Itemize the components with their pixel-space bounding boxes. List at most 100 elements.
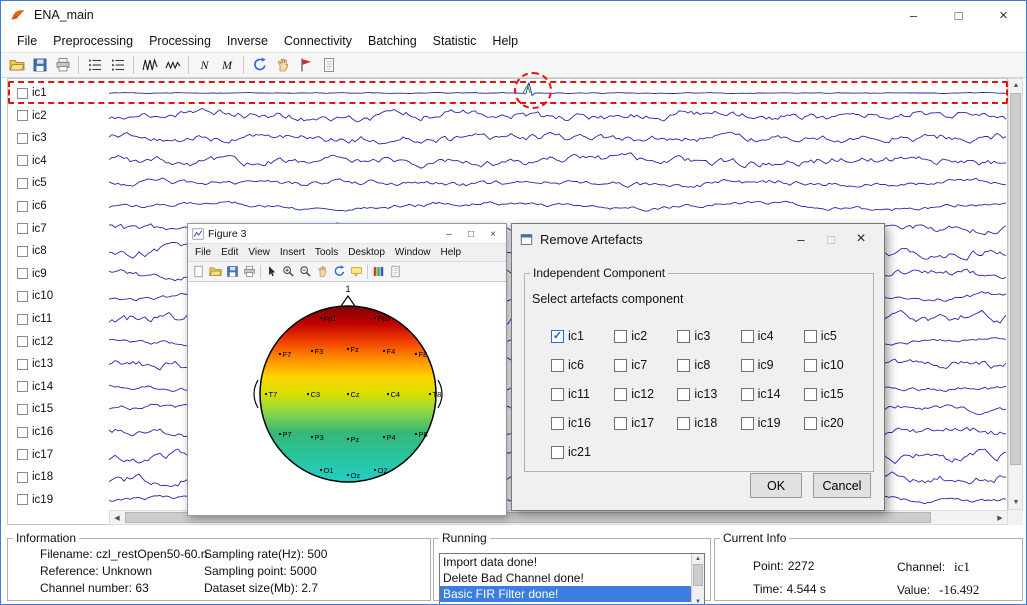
component-option-ic8[interactable]: ic8	[677, 357, 740, 373]
list-view-icon[interactable]	[106, 54, 129, 76]
menu-item-connectivity[interactable]: Connectivity	[276, 31, 360, 51]
menu-item-window[interactable]: Window	[390, 247, 436, 258]
maximize-button[interactable]: □	[936, 1, 981, 29]
open-folder-icon[interactable]	[207, 263, 224, 280]
component-option-ic12[interactable]: ic12	[614, 386, 677, 402]
running-scrollbar-thumb[interactable]	[693, 564, 703, 586]
component-option-ic19[interactable]: ic19	[741, 415, 804, 431]
component-checkbox-ic6[interactable]	[551, 359, 564, 372]
channel-checkbox-ic7[interactable]	[17, 223, 28, 234]
component-checkbox-ic3[interactable]	[677, 330, 690, 343]
scroll-right-icon[interactable]: ▶	[993, 511, 1007, 524]
channel-checkbox-ic18[interactable]	[17, 472, 28, 483]
component-option-ic13[interactable]: ic13	[677, 386, 740, 402]
channel-checkbox-ic16[interactable]	[17, 427, 28, 438]
component-checkbox-ic17[interactable]	[614, 417, 627, 430]
component-option-ic5[interactable]: ic5	[804, 328, 867, 344]
component-checkbox-ic4[interactable]	[741, 330, 754, 343]
cursor-icon[interactable]	[263, 263, 280, 280]
component-option-ic2[interactable]: ic2	[614, 328, 677, 344]
menu-item-statistic[interactable]: Statistic	[425, 31, 485, 51]
component-option-ic4[interactable]: ic4	[741, 328, 804, 344]
menu-item-view[interactable]: View	[243, 247, 275, 258]
menu-item-file[interactable]: File	[9, 31, 45, 51]
channel-checkbox-ic3[interactable]	[17, 133, 28, 144]
component-option-ic18[interactable]: ic18	[677, 415, 740, 431]
component-option-ic1[interactable]: ✓ic1	[551, 328, 614, 344]
component-checkbox-ic21[interactable]	[551, 446, 564, 459]
component-checkbox-ic5[interactable]	[804, 330, 817, 343]
component-option-ic3[interactable]: ic3	[677, 328, 740, 344]
maximize-button[interactable]: □	[460, 224, 482, 244]
channel-checkbox-ic12[interactable]	[17, 336, 28, 347]
component-option-ic6[interactable]: ic6	[551, 357, 614, 373]
channel-checkbox-ic13[interactable]	[17, 359, 28, 370]
datatip-icon[interactable]	[348, 263, 365, 280]
minimize-button[interactable]: –	[891, 1, 936, 29]
menu-item-help[interactable]: Help	[484, 31, 526, 51]
pan-hand-icon[interactable]	[314, 263, 331, 280]
letter-n-icon[interactable]: N	[193, 54, 216, 76]
component-option-ic20[interactable]: ic20	[804, 415, 867, 431]
component-option-ic11[interactable]: ic11	[551, 386, 614, 402]
component-checkbox-ic15[interactable]	[804, 388, 817, 401]
component-checkbox-ic7[interactable]	[614, 359, 627, 372]
channel-checkbox-ic8[interactable]	[17, 246, 28, 257]
pan-hand-icon[interactable]	[271, 54, 294, 76]
close-button[interactable]: ×	[482, 224, 504, 244]
menu-item-desktop[interactable]: Desktop	[343, 247, 390, 258]
running-listbox-scrollbar[interactable]: ▲ ▼	[691, 554, 704, 605]
channel-checkbox-ic9[interactable]	[17, 268, 28, 279]
menu-item-help[interactable]: Help	[436, 247, 467, 258]
list-view-icon[interactable]	[83, 54, 106, 76]
component-option-ic9[interactable]: ic9	[741, 357, 804, 373]
menu-item-tools[interactable]: Tools	[310, 247, 343, 258]
scroll-up-icon[interactable]: ▲	[692, 554, 704, 564]
component-checkbox-ic12[interactable]	[614, 388, 627, 401]
wave-small-icon[interactable]	[161, 54, 184, 76]
channel-checkbox-ic10[interactable]	[17, 291, 28, 302]
channel-checkbox-ic6[interactable]	[17, 201, 28, 212]
document-icon[interactable]	[317, 54, 340, 76]
minimize-button[interactable]: –	[438, 224, 460, 244]
component-option-ic7[interactable]: ic7	[614, 357, 677, 373]
scroll-down-icon[interactable]: ▼	[692, 597, 704, 605]
zoom-in-icon[interactable]	[280, 263, 297, 280]
component-checkbox-ic13[interactable]	[677, 388, 690, 401]
component-option-ic10[interactable]: ic10	[804, 357, 867, 373]
component-checkbox-ic16[interactable]	[551, 417, 564, 430]
component-checkbox-ic14[interactable]	[741, 388, 754, 401]
marker-flag-icon[interactable]	[294, 54, 317, 76]
channel-checkbox-ic5[interactable]	[17, 178, 28, 189]
running-item[interactable]: Import data done!	[440, 554, 691, 570]
document-icon[interactable]	[387, 263, 404, 280]
component-option-ic14[interactable]: ic14	[741, 386, 804, 402]
letter-m-icon[interactable]: M	[216, 54, 239, 76]
vertical-scrollbar-thumb[interactable]	[1010, 93, 1021, 465]
print-icon[interactable]	[51, 54, 74, 76]
menu-item-file[interactable]: File	[190, 247, 216, 258]
component-checkbox-ic11[interactable]	[551, 388, 564, 401]
component-option-ic21[interactable]: ic21	[551, 444, 614, 460]
open-folder-icon[interactable]	[5, 54, 28, 76]
running-listbox[interactable]: Import data done!Delete Bad Channel done…	[439, 553, 705, 605]
component-checkbox-ic9[interactable]	[741, 359, 754, 372]
new-document-icon[interactable]	[190, 263, 207, 280]
zoom-out-icon[interactable]	[297, 263, 314, 280]
vertical-scrollbar[interactable]: ▲ ▼	[1008, 78, 1023, 510]
component-checkbox-ic18[interactable]	[677, 417, 690, 430]
close-button[interactable]: ×	[981, 1, 1026, 29]
scroll-up-icon[interactable]: ▲	[1009, 79, 1023, 92]
close-button[interactable]: ×	[846, 224, 876, 254]
component-option-ic15[interactable]: ic15	[804, 386, 867, 402]
channel-checkbox-ic15[interactable]	[17, 404, 28, 415]
scroll-left-icon[interactable]: ◀	[110, 511, 124, 524]
component-checkbox-ic10[interactable]	[804, 359, 817, 372]
ok-button[interactable]: OK	[750, 473, 802, 498]
menu-item-batching[interactable]: Batching	[360, 31, 425, 51]
colorbar-icon[interactable]	[370, 263, 387, 280]
component-checkbox-ic19[interactable]	[741, 417, 754, 430]
menu-item-processing[interactable]: Processing	[141, 31, 219, 51]
print-icon[interactable]	[241, 263, 258, 280]
menu-item-preprocessing[interactable]: Preprocessing	[45, 31, 141, 51]
